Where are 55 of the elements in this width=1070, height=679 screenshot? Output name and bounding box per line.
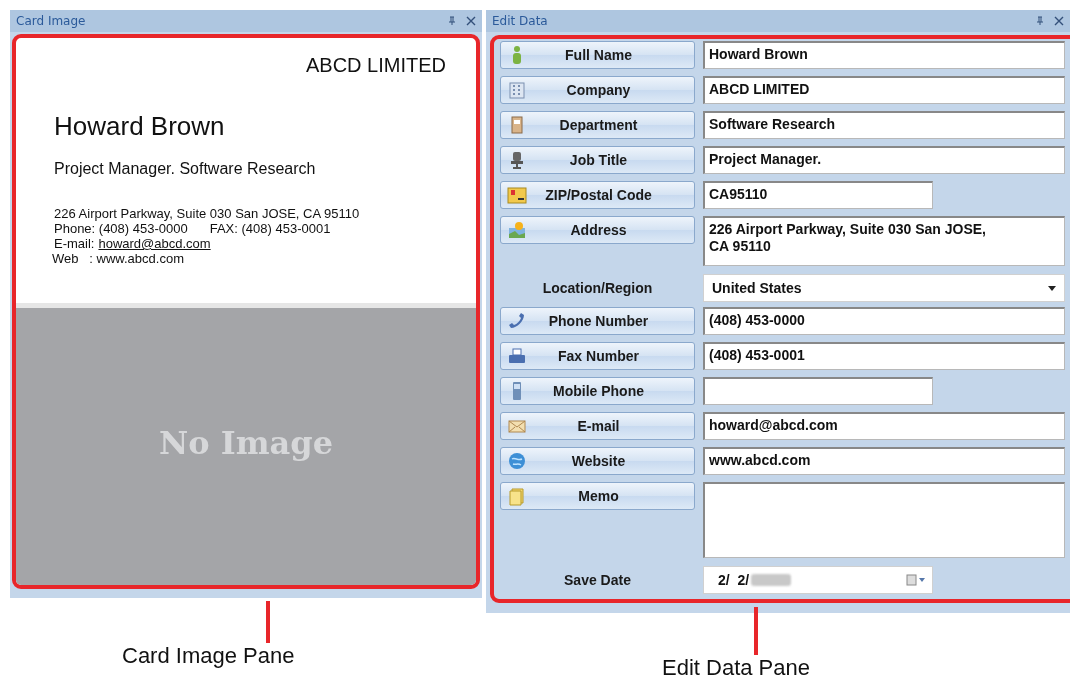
- map-icon: [507, 220, 527, 240]
- callout-label: Card Image Pane: [122, 643, 295, 669]
- card-fax: FAX: (408) 453-0001: [209, 221, 331, 236]
- fax-icon: [507, 346, 527, 366]
- zip-icon: [507, 185, 527, 205]
- card-website: Web : www.abcd.com: [52, 251, 185, 266]
- pane-title: Edit Data: [492, 14, 549, 28]
- field-label-button[interactable]: Full Name: [500, 41, 695, 69]
- pin-icon[interactable]: [1035, 16, 1045, 26]
- field-label-button[interactable]: Website: [500, 447, 695, 475]
- field-label-button[interactable]: Fax Number: [500, 342, 695, 370]
- text-field[interactable]: Howard Brown: [703, 41, 1065, 69]
- date-field[interactable]: 2/ 2/: [703, 566, 933, 594]
- close-icon[interactable]: [1054, 16, 1064, 26]
- text-field[interactable]: [703, 377, 933, 405]
- text-field[interactable]: Project Manager.: [703, 146, 1065, 174]
- phone-icon: [507, 311, 527, 331]
- card-company: ABCD LIMITED: [304, 53, 447, 77]
- field-label-button[interactable]: Job Title: [500, 146, 695, 174]
- card-address: 226 Airport Parkway, Suite 030 San JOSE, CA 95110: [54, 206, 361, 221]
- calendar-icon[interactable]: [906, 574, 926, 586]
- text-field[interactable]: www.abcd.com: [703, 447, 1065, 475]
- field-label: Location/Region: [541, 280, 654, 296]
- pin-icon[interactable]: [447, 16, 457, 26]
- text-field[interactable]: ABCD LIMITED: [703, 76, 1065, 104]
- pane-title: Card Image: [16, 14, 87, 28]
- text-field[interactable]: howard@abcd.com: [703, 412, 1065, 440]
- field-label-button[interactable]: Mobile Phone: [500, 377, 695, 405]
- caret-icon: [1048, 285, 1056, 291]
- field-label-button[interactable]: Memo: [500, 482, 695, 510]
- building-icon: [507, 80, 527, 100]
- globe-icon: [507, 451, 527, 471]
- field-label-button[interactable]: E-mail: [500, 412, 695, 440]
- text-field[interactable]: (408) 453-0001: [703, 342, 1065, 370]
- field-label-button[interactable]: Company: [500, 76, 695, 104]
- callout-label: Edit Data Pane: [662, 655, 810, 679]
- field-label-button[interactable]: Phone Number: [500, 307, 695, 335]
- text-field[interactable]: CA95110: [703, 181, 933, 209]
- text-field[interactable]: (408) 453-0000: [703, 307, 1065, 335]
- dropdown[interactable]: United States: [703, 274, 1065, 302]
- field-label-button[interactable]: ZIP/Postal Code: [500, 181, 695, 209]
- card-name: Howard Brown: [54, 111, 226, 142]
- card-position: Project Manager. Software Research: [54, 160, 317, 178]
- redaction-mark: [751, 574, 792, 586]
- field-label-button[interactable]: Address: [500, 216, 695, 244]
- field-label: Save Date: [563, 572, 632, 588]
- card-email-label: E-mail:: [54, 236, 95, 251]
- field-label-button[interactable]: Department: [500, 111, 695, 139]
- memo-icon: [507, 486, 527, 506]
- card-phone: Phone: (408) 453-0000: [54, 221, 188, 236]
- close-icon[interactable]: [466, 16, 476, 26]
- card-email: howard@abcd.com: [98, 236, 211, 251]
- memo-area[interactable]: [703, 482, 1065, 558]
- text-area[interactable]: 226 Airport Parkway, Suite 030 San JOSE, CA 95110: [703, 216, 1065, 266]
- text-field[interactable]: Software Research: [703, 111, 1065, 139]
